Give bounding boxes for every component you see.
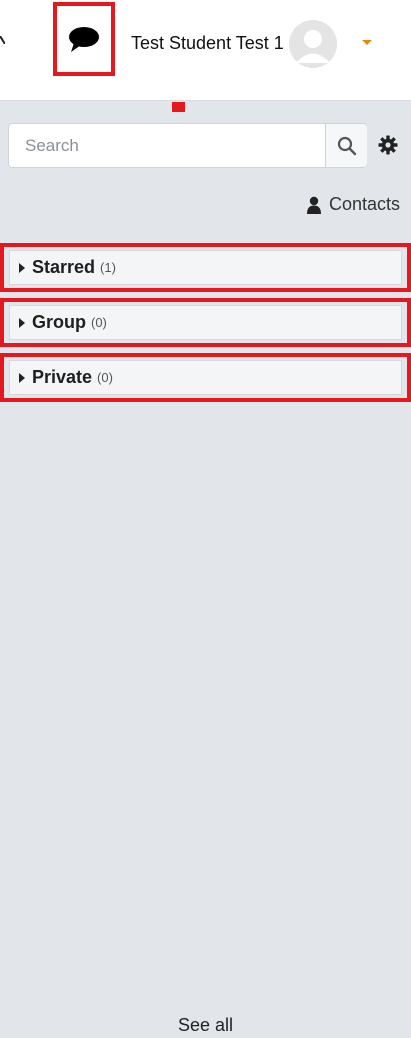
section-starred[interactable]: Starred (1) xyxy=(0,243,411,292)
section-header[interactable]: Private (0) xyxy=(9,360,402,395)
caret-right-icon xyxy=(19,317,25,328)
section-header[interactable]: Group (0) xyxy=(9,305,402,340)
section-title: Group xyxy=(32,312,86,332)
contacts-label: Contacts xyxy=(328,194,400,214)
message-bubble-icon xyxy=(69,27,99,52)
user-avatar[interactable] xyxy=(289,20,337,68)
caret-right-icon xyxy=(19,262,25,273)
nav-partial-icon xyxy=(0,36,5,44)
section-count: (0) xyxy=(91,315,107,330)
section-count: (1) xyxy=(100,260,116,275)
user-icon xyxy=(306,196,321,214)
contacts-link[interactable]: Contacts xyxy=(306,194,400,215)
user-name[interactable]: Test Student Test 1 xyxy=(131,33,284,54)
section-header[interactable]: Starred (1) xyxy=(9,250,402,285)
search-button[interactable] xyxy=(325,124,367,167)
see-all-link[interactable]: See all xyxy=(0,1015,411,1036)
section-title: Starred xyxy=(32,257,96,277)
search-icon xyxy=(337,136,356,155)
search-box xyxy=(8,123,367,168)
caret-down-icon[interactable] xyxy=(362,40,372,45)
page: Test Student Test 1 Search Contacts Star… xyxy=(0,0,411,1038)
section-group[interactable]: Group (0) xyxy=(0,298,411,347)
drawer-pointer-marker xyxy=(172,102,185,112)
avatar-placeholder-icon xyxy=(289,20,337,68)
top-navbar: Test Student Test 1 xyxy=(0,0,411,101)
section-title: Private xyxy=(32,367,93,387)
gear-icon[interactable] xyxy=(378,135,398,155)
section-private[interactable]: Private (0) xyxy=(0,353,411,402)
caret-right-icon xyxy=(19,372,25,383)
search-input[interactable] xyxy=(9,124,325,167)
message-drawer-toggle[interactable] xyxy=(53,2,115,76)
section-count: (0) xyxy=(97,370,113,385)
